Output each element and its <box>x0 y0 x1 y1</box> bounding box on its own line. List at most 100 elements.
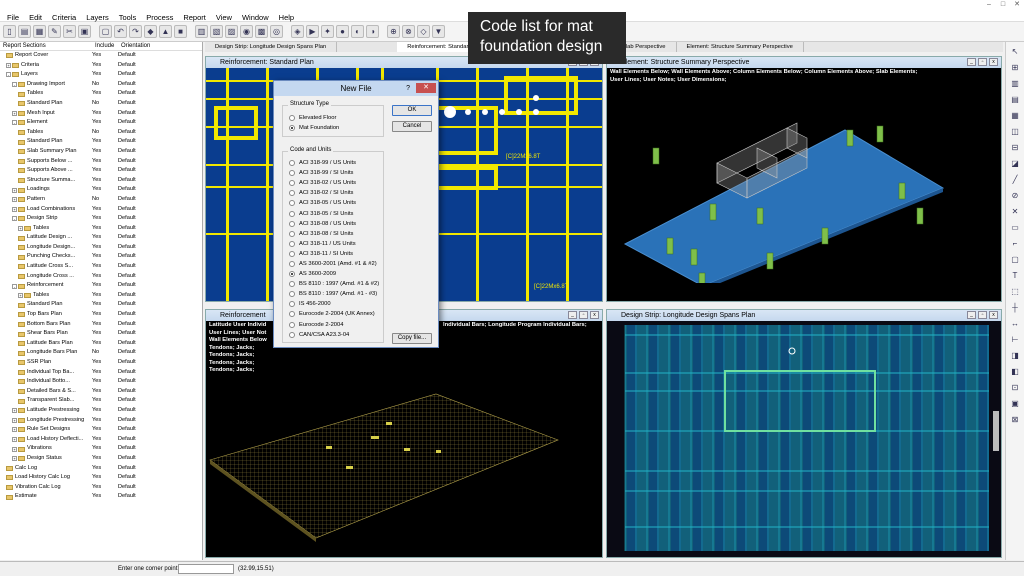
row-orientation[interactable]: Default <box>118 233 178 243</box>
row-include[interactable]: Yes <box>92 137 118 147</box>
toolbar-button[interactable]: ▲ <box>159 25 172 38</box>
toolbar-button[interactable]: ◆ <box>144 25 157 38</box>
radio-button-icon[interactable] <box>289 115 295 122</box>
tool-icon[interactable]: ▭ <box>1009 222 1021 234</box>
report-tree-row[interactable]: - Design Strip Yes Default <box>0 214 202 224</box>
toolbar-button[interactable]: ▶ <box>306 25 319 38</box>
header-include[interactable]: Include <box>95 42 121 50</box>
tool-icon[interactable]: ↔ <box>1009 318 1021 330</box>
row-orientation[interactable]: Default <box>118 205 178 215</box>
row-orientation[interactable]: Default <box>118 492 178 502</box>
report-tree-row[interactable]: Estimate Yes Default <box>0 492 202 502</box>
radio-option[interactable]: ACI 318-05 / SI Units <box>289 208 383 218</box>
expand-icon[interactable]: + <box>18 225 23 231</box>
radio-option[interactable]: CAN/CSA A23.3-04 <box>289 330 383 340</box>
view-structure-summary-perspective[interactable]: Element: Structure Summary Perspective _… <box>606 56 1002 302</box>
expand-icon[interactable]: + <box>12 437 17 443</box>
toolbar-button[interactable]: ▥ <box>195 25 208 38</box>
expand-icon[interactable]: + <box>12 427 17 433</box>
row-include[interactable]: Yes <box>92 435 118 445</box>
row-include[interactable]: Yes <box>92 157 118 167</box>
row-orientation[interactable]: Default <box>118 377 178 387</box>
row-orientation[interactable]: Default <box>118 51 178 61</box>
report-tree-row[interactable]: Supports Above ... Yes Default <box>0 166 202 176</box>
help-icon[interactable]: ? <box>406 81 410 96</box>
reinforcement-3d-canvas[interactable] <box>206 388 603 558</box>
row-include[interactable]: Yes <box>92 444 118 454</box>
radio-option[interactable]: Eurocode 2-2004 (UK Annex) <box>289 309 383 319</box>
expand-icon[interactable]: + <box>12 110 17 116</box>
radio-button-icon[interactable] <box>289 230 295 237</box>
tool-icon[interactable]: ▣ <box>1009 398 1021 410</box>
tool-icon[interactable]: ▢ <box>1009 254 1021 266</box>
row-include[interactable]: Yes <box>92 464 118 474</box>
command-input[interactable] <box>178 564 234 574</box>
toolbar-button[interactable]: ◑ <box>366 25 379 38</box>
row-orientation[interactable]: Default <box>118 387 178 397</box>
row-orientation[interactable]: Default <box>118 464 178 474</box>
tool-icon[interactable]: ⬚ <box>1009 286 1021 298</box>
row-include[interactable]: No <box>92 128 118 138</box>
report-tree-row[interactable]: Top Bars Plan Yes Default <box>0 310 202 320</box>
row-include[interactable]: Yes <box>92 243 118 253</box>
row-include[interactable]: Yes <box>92 291 118 301</box>
radio-option[interactable]: ACI 318-08 / US Units <box>289 219 383 229</box>
report-tree-row[interactable]: - Reinforcement Yes Default <box>0 281 202 291</box>
radio-option[interactable]: AS 3600-2001 (Amd. #1 & #2) <box>289 259 383 269</box>
tool-icon[interactable]: ⊠ <box>1009 414 1021 426</box>
row-orientation[interactable]: Default <box>118 185 178 195</box>
radio-option[interactable]: ACI 318-99 / SI Units <box>289 168 383 178</box>
toolbar-button[interactable]: ▼ <box>432 25 445 38</box>
expand-icon[interactable]: + <box>6 62 11 68</box>
row-orientation[interactable]: Default <box>118 444 178 454</box>
tool-icon[interactable]: ✕ <box>1009 206 1021 218</box>
radio-button-icon[interactable] <box>289 281 295 288</box>
row-orientation[interactable]: Default <box>118 195 178 205</box>
row-include[interactable]: Yes <box>92 492 118 502</box>
row-include[interactable]: No <box>92 195 118 205</box>
toolbar-button[interactable]: ✎ <box>48 25 61 38</box>
row-include[interactable]: Yes <box>92 109 118 119</box>
row-include[interactable]: Yes <box>92 473 118 483</box>
radio-button-icon[interactable] <box>289 190 295 197</box>
row-orientation[interactable]: Default <box>118 176 178 186</box>
radio-button-icon[interactable] <box>289 311 295 318</box>
report-tree-row[interactable]: + Longitude Prestressing Yes Default <box>0 416 202 426</box>
row-include[interactable]: Yes <box>92 61 118 71</box>
tool-icon[interactable]: ╱ <box>1009 174 1021 186</box>
report-tree-row[interactable]: + Rule Set Designs Yes Default <box>0 425 202 435</box>
report-tree-row[interactable]: + Design Status Yes Default <box>0 454 202 464</box>
close-icon[interactable]: x <box>590 311 599 319</box>
row-include[interactable]: Yes <box>92 118 118 128</box>
expand-icon[interactable]: + <box>18 293 23 299</box>
radio-button-icon[interactable] <box>289 180 295 187</box>
vertical-scrollbar[interactable] <box>993 411 999 451</box>
row-orientation[interactable]: Default <box>118 300 178 310</box>
tool-icon[interactable]: ▤ <box>1009 94 1021 106</box>
tool-icon[interactable]: ⊘ <box>1009 190 1021 202</box>
tool-icon[interactable]: ◨ <box>1009 350 1021 362</box>
header-orientation[interactable]: Orientation <box>121 42 181 50</box>
radio-option[interactable]: ACI 318-05 / US Units <box>289 198 383 208</box>
radio-button-icon[interactable] <box>289 220 295 227</box>
expand-icon[interactable]: + <box>12 417 17 423</box>
toolbar-button[interactable]: ▢ <box>99 25 112 38</box>
row-include[interactable]: Yes <box>92 396 118 406</box>
report-tree-row[interactable]: - Element Yes Default <box>0 118 202 128</box>
radio-option[interactable]: Elevated Floor <box>289 113 383 123</box>
report-tree-row[interactable]: Latitude Bars Plan Yes Default <box>0 339 202 349</box>
tool-icon[interactable]: ⌐ <box>1009 238 1021 250</box>
row-include[interactable]: Yes <box>92 387 118 397</box>
report-tree-row[interactable]: Longitude Cross ... Yes Default <box>0 272 202 282</box>
tool-icon[interactable]: ⊞ <box>1009 62 1021 74</box>
row-include[interactable]: Yes <box>92 406 118 416</box>
toolbar-button[interactable]: ◇ <box>417 25 430 38</box>
minimize-icon[interactable]: _ <box>967 311 976 319</box>
report-tree-row[interactable]: Vibration Calc Log Yes Default <box>0 483 202 493</box>
close-icon[interactable]: ✕ <box>416 83 436 93</box>
collapse-icon[interactable]: - <box>12 283 17 289</box>
row-orientation[interactable]: Default <box>118 291 178 301</box>
expand-icon[interactable]: + <box>12 456 17 462</box>
tool-icon[interactable]: ⊡ <box>1009 382 1021 394</box>
row-orientation[interactable]: Default <box>118 310 178 320</box>
